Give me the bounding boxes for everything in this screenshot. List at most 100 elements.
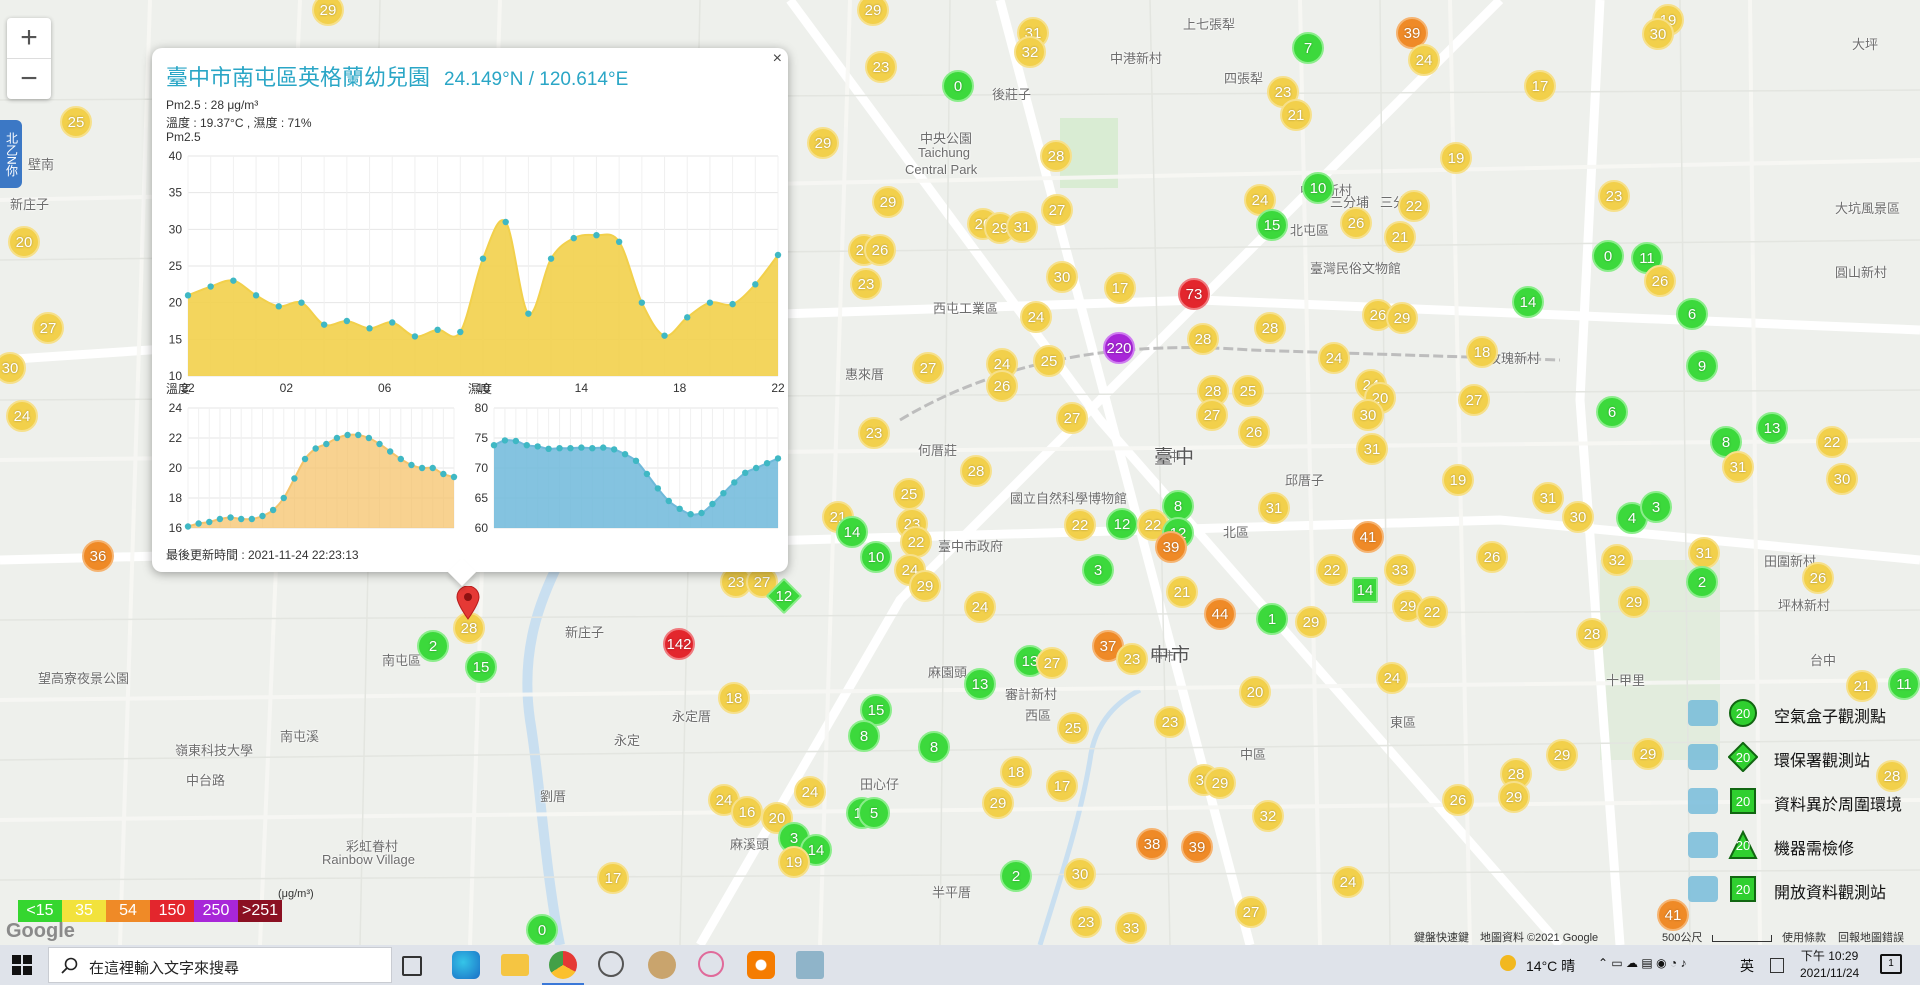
station-marker[interactable]: 0 <box>1592 240 1624 272</box>
ime-indicator[interactable]: 英 <box>1740 956 1754 976</box>
station-marker[interactable]: 26 <box>1644 265 1676 297</box>
map-scale[interactable]: 500公尺 <box>1662 929 1702 945</box>
station-marker[interactable]: 19 <box>1442 464 1474 496</box>
weather-text[interactable]: 14°C 晴 <box>1526 956 1575 976</box>
station-marker[interactable]: 31 <box>1356 433 1388 465</box>
station-marker[interactable]: 25 <box>1232 375 1264 407</box>
station-marker[interactable]: 26 <box>864 234 896 266</box>
station-marker[interactable]: 27 <box>1235 896 1267 928</box>
station-marker[interactable]: 27 <box>1041 194 1073 226</box>
zoom-in-button[interactable]: + <box>7 18 51 58</box>
station-marker[interactable]: 26 <box>986 370 1018 402</box>
station-marker[interactable]: 20 <box>1239 676 1271 708</box>
station-marker[interactable]: 24 <box>1332 866 1364 898</box>
station-marker[interactable]: 44 <box>1204 598 1236 630</box>
station-marker[interactable]: 7 <box>1292 32 1324 64</box>
station-marker[interactable]: 1 <box>1256 603 1288 635</box>
station-marker[interactable]: 15 <box>465 651 497 683</box>
station-marker[interactable]: 31 <box>1006 211 1038 243</box>
station-marker[interactable]: 220 <box>1103 332 1135 364</box>
station-marker[interactable]: 26 <box>1238 416 1270 448</box>
taskbar-search-box[interactable]: 在這裡輸入文字來搜尋 <box>48 947 392 983</box>
station-marker[interactable]: 22 <box>1816 426 1848 458</box>
station-marker[interactable]: 5 <box>858 797 890 829</box>
station-marker[interactable]: 23 <box>1598 180 1630 212</box>
station-marker[interactable]: 30 <box>1642 18 1674 50</box>
terms-link[interactable]: 使用條款 <box>1782 929 1826 945</box>
station-marker[interactable]: 2 <box>1686 566 1718 598</box>
station-marker[interactable]: 11 <box>1888 668 1920 700</box>
app-icon-6[interactable] <box>698 951 724 977</box>
station-marker[interactable]: 10 <box>860 541 892 573</box>
station-marker[interactable]: 29 <box>1498 781 1530 813</box>
station-marker[interactable]: 29 <box>1546 739 1578 771</box>
station-marker[interactable]: 6 <box>1596 396 1628 428</box>
station-marker[interactable]: 2 <box>1000 860 1032 892</box>
station-marker[interactable]: 17 <box>1104 272 1136 304</box>
station-marker[interactable]: 30 <box>1064 858 1096 890</box>
station-marker[interactable]: 29 <box>1632 738 1664 770</box>
keyboard-shortcuts-link[interactable]: 鍵盤快速鍵 <box>1414 929 1469 945</box>
station-marker[interactable]: 28 <box>1187 323 1219 355</box>
station-marker[interactable]: 6 <box>1676 298 1708 330</box>
station-marker[interactable]: 23 <box>1116 643 1148 675</box>
station-marker[interactable]: 26 <box>1802 562 1834 594</box>
zoom-out-button[interactable]: − <box>7 58 51 99</box>
report-error-link[interactable]: 回報地圖錯誤 <box>1838 929 1904 945</box>
station-marker[interactable]: 32 <box>1014 36 1046 68</box>
station-marker[interactable]: 25 <box>1057 712 1089 744</box>
station-marker[interactable]: 20 <box>8 226 40 258</box>
station-marker[interactable]: 21 <box>1280 99 1312 131</box>
clock[interactable]: 下午 10:29 2021/11/24 <box>1800 948 1859 982</box>
location-pin-icon[interactable] <box>456 586 480 620</box>
chrome-icon[interactable] <box>549 951 577 979</box>
station-marker[interactable]: 14 <box>1352 577 1378 603</box>
app-icon-8[interactable] <box>796 951 824 979</box>
station-marker[interactable]: 14 <box>1512 286 1544 318</box>
station-marker[interactable]: 14 <box>836 516 868 548</box>
station-marker[interactable]: 8 <box>848 720 880 752</box>
station-marker[interactable]: 23 <box>1154 706 1186 738</box>
station-marker[interactable]: 142 <box>663 628 695 660</box>
station-marker[interactable]: 73 <box>1178 278 1210 310</box>
station-marker[interactable]: 30 <box>1046 261 1078 293</box>
close-icon[interactable]: × <box>773 50 782 68</box>
station-marker[interactable]: 15 <box>1256 209 1288 241</box>
station-marker[interactable]: 28 <box>1254 312 1286 344</box>
station-marker[interactable]: 22 <box>1064 509 1096 541</box>
station-marker[interactable]: 18 <box>1466 336 1498 368</box>
station-marker[interactable]: 22 <box>1316 554 1348 586</box>
station-marker[interactable]: 23 <box>865 51 897 83</box>
station-marker[interactable]: 13 <box>964 668 996 700</box>
station-marker[interactable]: 26 <box>1476 541 1508 573</box>
station-marker[interactable]: 3 <box>1082 554 1114 586</box>
station-marker[interactable]: 17 <box>1524 70 1556 102</box>
station-marker[interactable]: 30 <box>1826 463 1858 495</box>
station-marker[interactable]: 28 <box>960 455 992 487</box>
station-marker[interactable]: 24 <box>794 776 826 808</box>
station-marker[interactable]: 29 <box>1618 586 1650 618</box>
station-marker[interactable]: 30 <box>1562 501 1594 533</box>
station-marker[interactable]: 29 <box>909 570 941 602</box>
station-marker[interactable]: 29 <box>1204 767 1236 799</box>
station-marker[interactable]: 8 <box>918 731 950 763</box>
station-marker[interactable]: 28 <box>1040 140 1072 172</box>
station-marker[interactable]: 30 <box>1352 399 1384 431</box>
station-marker[interactable]: 28 <box>1576 618 1608 650</box>
station-marker[interactable]: 26 <box>1340 207 1372 239</box>
station-marker[interactable]: 29 <box>872 186 904 218</box>
station-marker[interactable]: 13 <box>1756 412 1788 444</box>
blender-icon[interactable] <box>747 951 775 979</box>
station-marker[interactable]: 21 <box>1166 576 1198 608</box>
station-marker[interactable]: 29 <box>982 787 1014 819</box>
station-marker[interactable]: 24 <box>964 591 996 623</box>
station-marker[interactable]: 18 <box>718 682 750 714</box>
station-marker[interactable]: 27 <box>1458 384 1490 416</box>
station-marker[interactable]: 17 <box>597 862 629 894</box>
station-marker[interactable]: 27 <box>1056 402 1088 434</box>
station-marker[interactable]: 29 <box>807 127 839 159</box>
tray-icons[interactable]: ⌃ ▭ ☁ ▤ ◉ ◔ ♪ <box>1598 956 1686 970</box>
side-tab[interactable]: 北乙N你 <box>0 120 22 188</box>
station-marker[interactable]: 0 <box>526 914 558 945</box>
station-marker[interactable]: 24 <box>1318 342 1350 374</box>
